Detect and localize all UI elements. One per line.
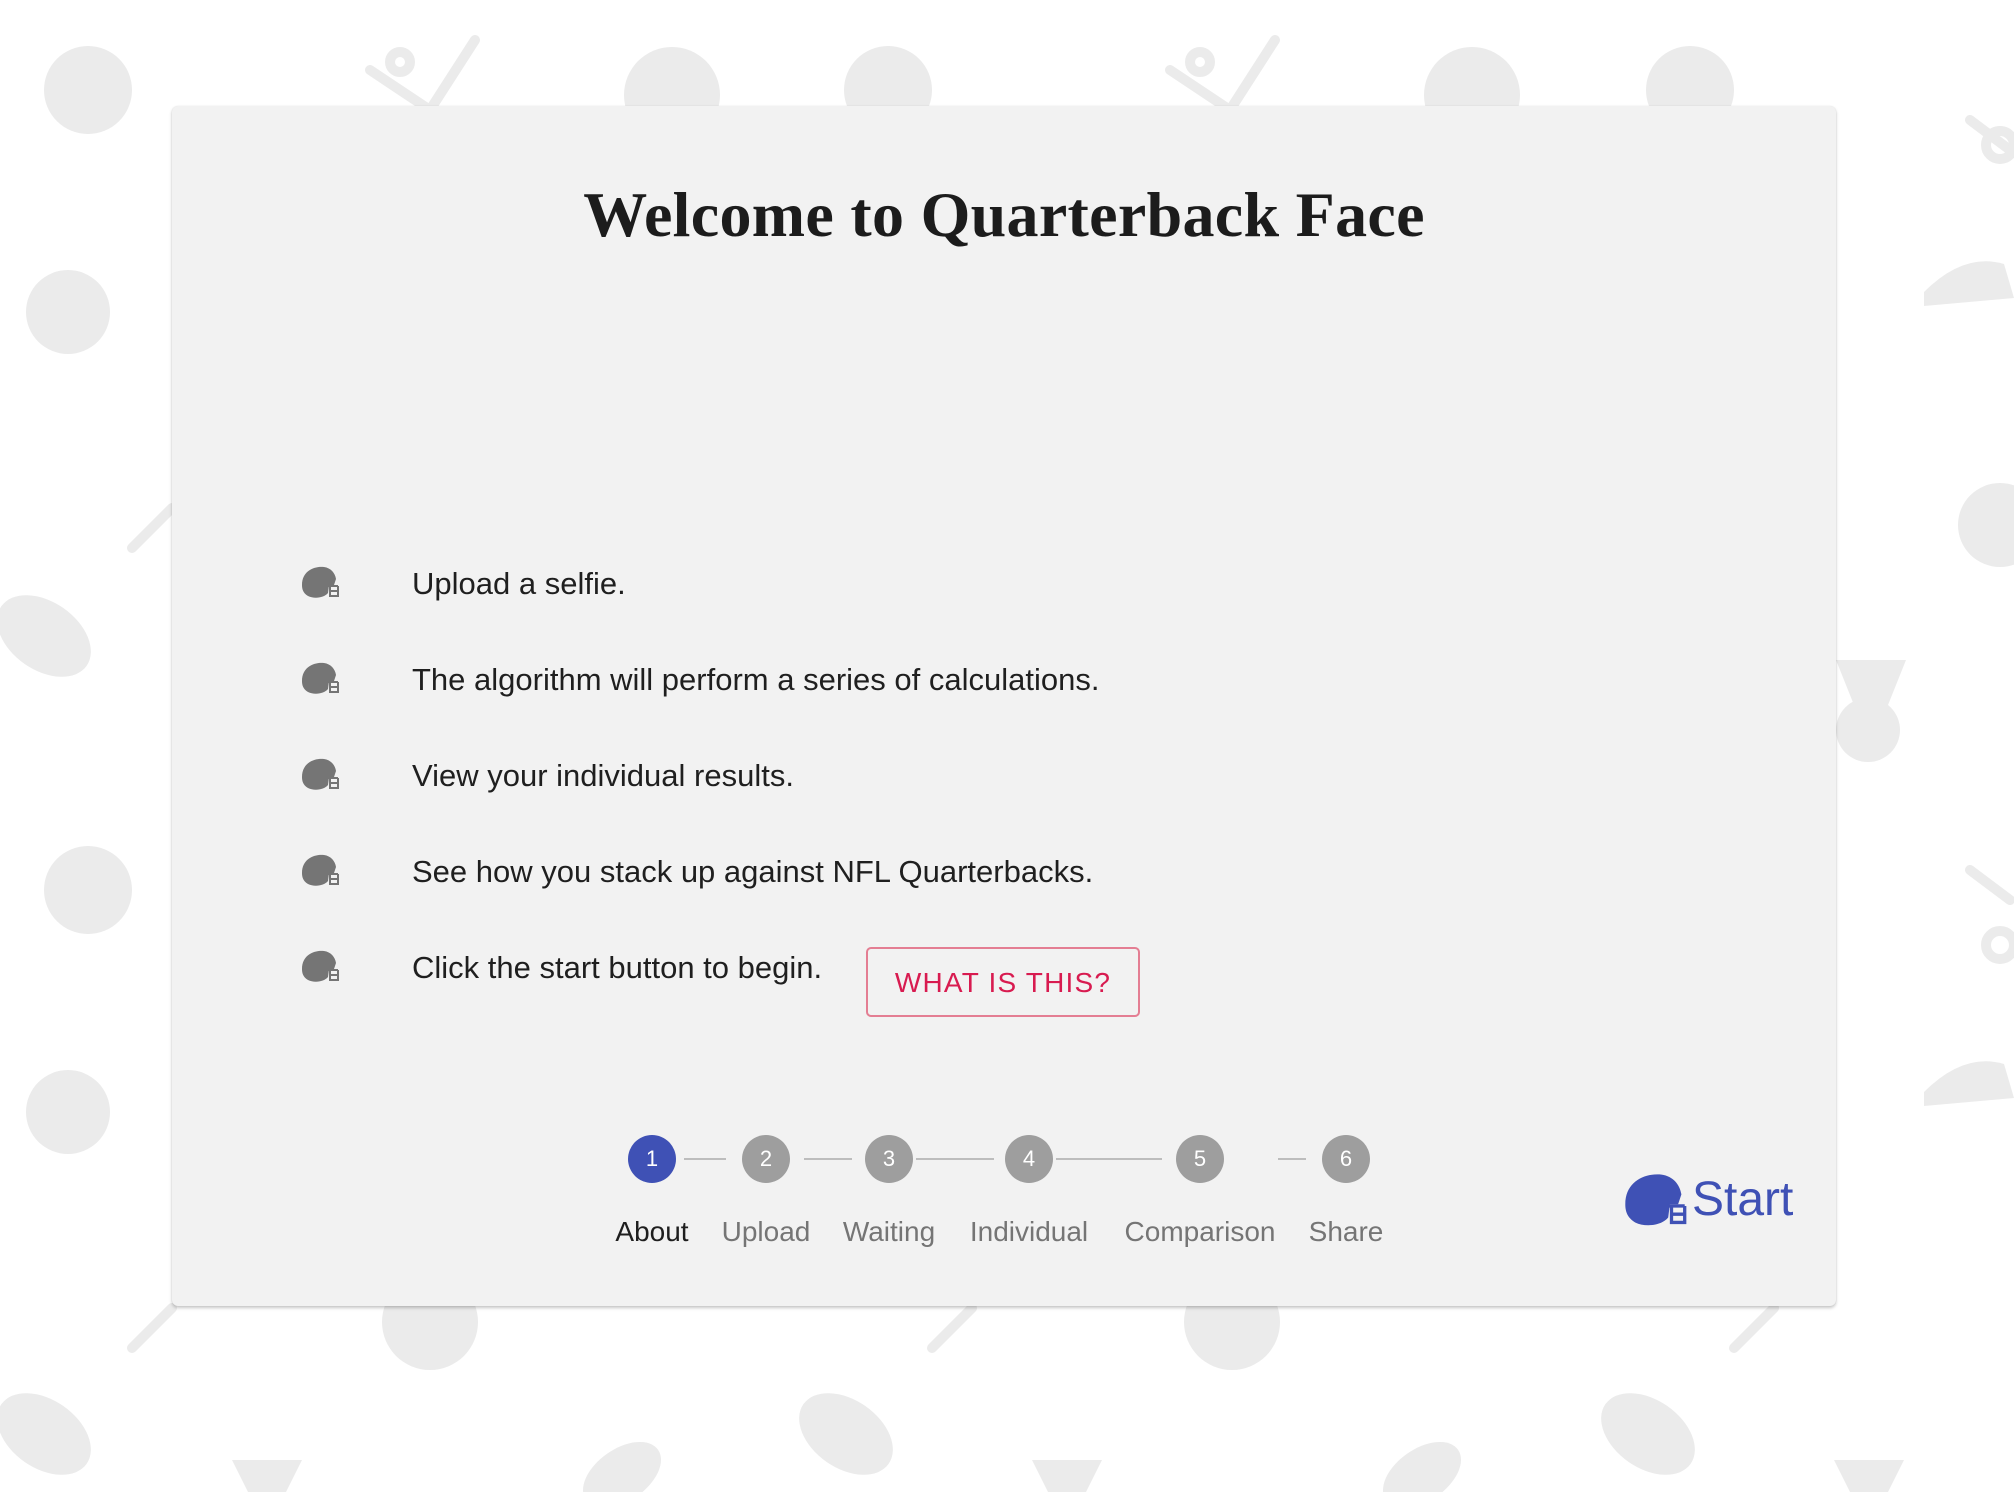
step-label-share[interactable]: Share <box>1309 1216 1384 1248</box>
step-6-indicator[interactable]: 6 <box>1322 1135 1370 1183</box>
football-icon <box>1382 1441 1462 1492</box>
step-label-individual[interactable]: Individual <box>970 1216 1088 1248</box>
start-button[interactable]: Start <box>1622 1161 1812 1241</box>
soccer-ball-icon <box>44 46 132 134</box>
step-connector <box>916 1158 994 1160</box>
baseball-bat-icon <box>1965 865 2014 964</box>
step-connector <box>684 1158 726 1160</box>
step-connector <box>1278 1158 1306 1160</box>
progress-stepper: 1 2 3 4 5 6 About Upload Waiting Individ… <box>172 106 1836 1306</box>
tennis-racket-icon <box>127 1303 177 1353</box>
tennis-ball-icon <box>1958 483 2014 567</box>
step-1-indicator[interactable]: 1 <box>628 1135 676 1183</box>
helmet-icon <box>1622 1171 1688 1231</box>
medal-icon <box>1836 660 1906 762</box>
step-connector <box>804 1158 852 1160</box>
step-label-waiting[interactable]: Waiting <box>843 1216 935 1248</box>
medal-icon <box>1032 1460 1102 1492</box>
sneaker-icon <box>1924 1061 2014 1106</box>
step-label-upload[interactable]: Upload <box>722 1216 811 1248</box>
baseball-bat-icon <box>365 35 480 115</box>
tennis-racket-icon <box>927 1303 977 1353</box>
baseball-bat-icon <box>1965 115 2014 164</box>
step-5-indicator[interactable]: 5 <box>1176 1135 1224 1183</box>
football-icon <box>0 1393 91 1475</box>
football-icon <box>1601 1393 1695 1475</box>
medal-icon <box>1834 1460 1904 1492</box>
football-icon <box>0 595 91 677</box>
step-3-indicator[interactable]: 3 <box>865 1135 913 1183</box>
tennis-ball-icon <box>26 1070 110 1154</box>
soccer-ball-icon <box>44 846 132 934</box>
step-connector <box>1056 1158 1162 1160</box>
start-button-label: Start <box>1692 1173 1794 1226</box>
football-icon <box>799 1393 893 1475</box>
step-label-about[interactable]: About <box>615 1216 688 1248</box>
tennis-racket-icon <box>1729 1303 1779 1353</box>
tennis-racket-icon <box>127 503 177 553</box>
step-label-comparison[interactable]: Comparison <box>1125 1216 1276 1248</box>
football-icon <box>582 1441 662 1492</box>
medal-icon <box>232 1460 302 1492</box>
step-2-indicator[interactable]: 2 <box>742 1135 790 1183</box>
tennis-ball-icon <box>26 270 110 354</box>
welcome-card: Welcome to Quarterback Face Upload a sel… <box>172 106 1836 1306</box>
baseball-bat-icon <box>1165 35 1280 115</box>
sneaker-icon <box>1924 261 2014 306</box>
step-4-indicator[interactable]: 4 <box>1005 1135 1053 1183</box>
